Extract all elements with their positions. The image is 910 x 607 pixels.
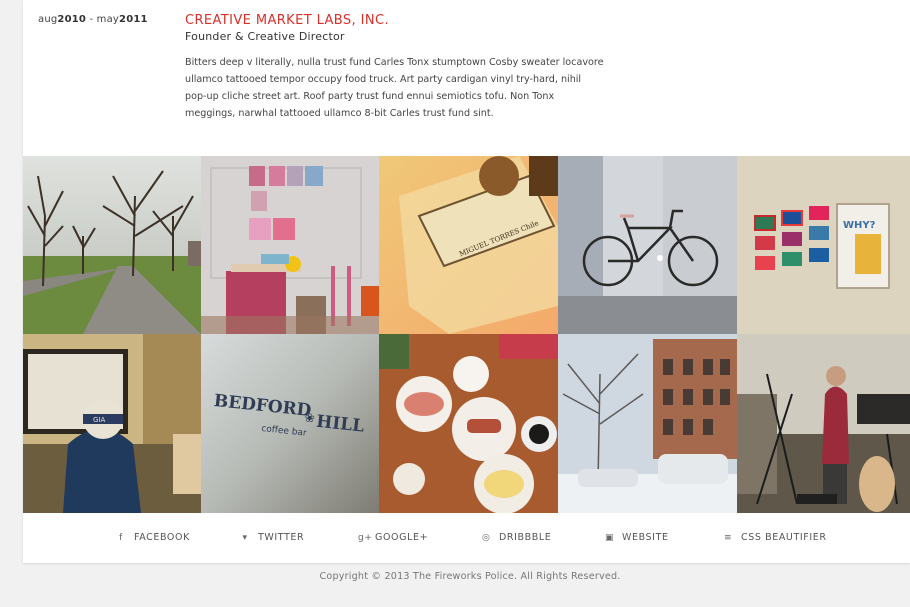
man-at-desk-photo[interactable]: GIA: [23, 334, 201, 513]
poster-text: WHY?: [843, 220, 876, 231]
css-beautifier-label: CSS BEAUTIFIER: [741, 532, 827, 543]
sign-separator: ❀: [304, 410, 315, 425]
css-icon: ≡: [724, 532, 733, 543]
job-role: Founder & Creative Director: [185, 30, 345, 43]
facebook-label: FACEBOOK: [134, 532, 190, 543]
social-links-bar: f FACEBOOK ▾ TWITTER g+ GOOGLE+ ◎ DRIBBB…: [23, 513, 910, 563]
job-entry: aug2010 - may2011 CREATIVE MARKET LABS, …: [23, 0, 910, 156]
website-icon: ▣: [605, 532, 615, 543]
company-name: CREATIVE MARKET LABS, INC.: [185, 13, 389, 28]
google-plus-link[interactable]: g+ GOOGLE+: [358, 532, 428, 543]
website-link[interactable]: ▣ WEBSITE: [605, 532, 669, 543]
date-end-month: may: [96, 14, 120, 25]
park-trees-photo[interactable]: [23, 156, 201, 334]
date-start-year: 2010: [57, 14, 87, 25]
breakfast-table-photo[interactable]: [379, 334, 558, 513]
facebook-icon: f: [119, 532, 123, 543]
bottle-photo[interactable]: MIGUEL TORRES Chile: [379, 156, 558, 334]
bedford-hill-sign-photo[interactable]: BEDFORD ❀ HILL coffee bar: [201, 334, 379, 513]
date-separator: -: [86, 14, 97, 25]
date-end-year: 2011: [119, 14, 148, 25]
music-studio-photo[interactable]: [737, 334, 910, 513]
job-dates: aug2010 - may2011: [38, 14, 148, 25]
google-plus-label: GOOGLE+: [375, 532, 429, 543]
twitter-icon: ▾: [242, 532, 248, 543]
photo-gallery: MIGUEL TORRES Chile WHY? GIA BEDFORD ❀ H…: [23, 156, 910, 513]
facebook-link[interactable]: f FACEBOOK: [117, 532, 190, 543]
hat-text: GIA: [93, 416, 105, 424]
snowy-street-photo[interactable]: [558, 334, 737, 513]
resume-card: aug2010 - may2011 CREATIVE MARKET LABS, …: [23, 0, 910, 563]
twitter-label: TWITTER: [258, 532, 305, 543]
kids-room-photo[interactable]: [201, 156, 379, 334]
dribbble-link[interactable]: ◎ DRIBBBLE: [482, 532, 551, 543]
css-beautifier-link[interactable]: ≡ CSS BEAUTIFIER: [724, 532, 827, 543]
dribbble-label: DRIBBBLE: [499, 532, 552, 543]
copyright-text: Copyright © 2013 The Fireworks Police. A…: [319, 571, 621, 582]
job-description: Bitters deep v literally, nulla trust fu…: [185, 57, 604, 119]
website-label: WEBSITE: [622, 532, 669, 543]
framed-art-wall-photo[interactable]: WHY?: [737, 156, 910, 334]
bicycle-photo[interactable]: [558, 156, 737, 334]
twitter-link[interactable]: ▾ TWITTER: [241, 532, 304, 543]
date-start-month: aug: [38, 14, 58, 25]
dribbble-icon: ◎: [482, 532, 491, 543]
google-plus-icon: g+: [358, 532, 373, 543]
